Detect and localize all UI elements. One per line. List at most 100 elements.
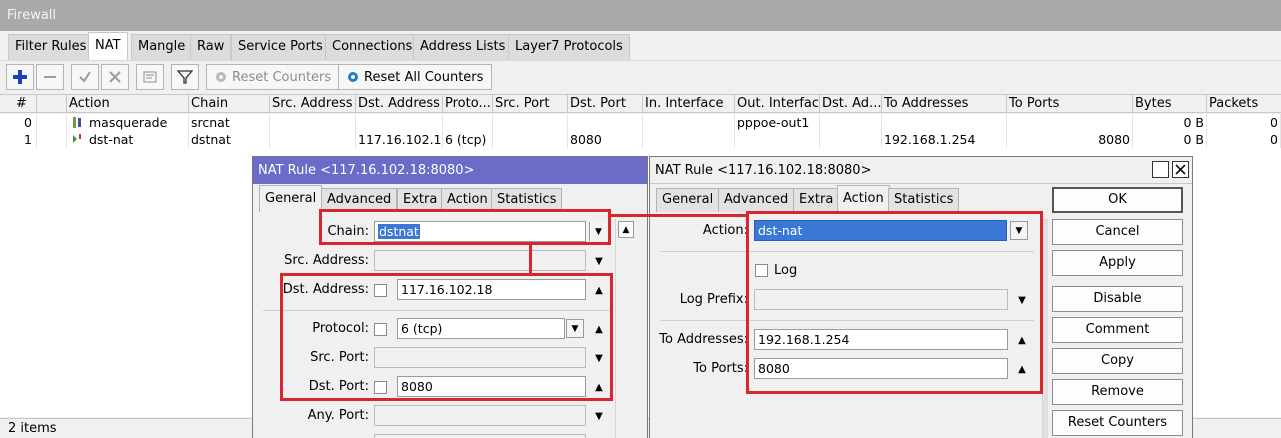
separator [660,251,1034,252]
col-in-interface[interactable]: In. Interface [643,95,735,113]
reset-all-counters-button[interactable]: Reset All Counters [338,64,493,90]
cell-action-text: dst-nat [88,132,134,147]
chain-dropdown-button[interactable]: ▼ [589,222,607,241]
maximize-icon[interactable] [1152,161,1169,178]
tab-general[interactable]: General [656,188,720,212]
col-num[interactable]: # [0,95,37,113]
collapse-up-icon[interactable]: ▲ [592,380,606,394]
to-addresses-field[interactable]: 192.168.1.254 [754,329,1008,350]
col-to-ports[interactable]: To Ports [1007,95,1133,113]
table-row[interactable]: 1 dst-nat dstnat 117.16.102.18 6 (tcp) 8… [0,131,1281,148]
col-packets[interactable]: Packets [1207,95,1281,113]
chevron-down-icon: ▼ [595,226,602,237]
src-address-field[interactable] [374,250,586,271]
next-field[interactable] [374,434,586,438]
col-flags[interactable] [37,95,67,113]
protocol-invert-checkbox[interactable] [374,323,387,336]
dst-port-invert-checkbox[interactable] [374,381,387,394]
scroll-up-icon[interactable]: ▲ [618,221,634,238]
expand-down-icon[interactable]: ▼ [1015,293,1029,307]
cancel-button[interactable]: Cancel [1052,219,1183,245]
copy-button[interactable]: Copy [1052,348,1183,374]
tab-nat[interactable]: NAT [88,32,128,60]
cell-chain: dstnat [189,131,270,148]
filter-button[interactable] [171,64,199,90]
action-dropdown-button[interactable]: ▼ [1010,221,1028,240]
any-port-label: Any. Port: [307,408,369,423]
tab-extra[interactable]: Extra [793,188,840,212]
col-protocol[interactable]: Proto... [443,95,493,113]
col-dst-address[interactable]: Dst. Address [356,95,443,113]
scrollbar[interactable]: ▲ [615,219,635,438]
to-ports-label: To Ports: [693,361,748,376]
enable-button[interactable] [71,64,99,90]
chain-field[interactable]: dstnat [374,221,586,242]
chain-value: dstnat [378,224,420,239]
cell-packets: 0 [1207,114,1281,131]
collapse-up-icon[interactable]: ▲ [592,283,606,297]
tab-advanced[interactable]: Advanced [718,188,795,212]
ok-button[interactable]: OK [1052,187,1183,213]
col-src-address[interactable]: Src. Address [270,95,356,113]
remove-button[interactable] [36,64,64,90]
add-button[interactable] [6,64,34,90]
comment-button[interactable] [136,64,164,90]
collapse-up-icon[interactable]: ▲ [1015,362,1029,376]
col-dst-port[interactable]: Dst. Port [568,95,643,113]
action-field[interactable]: dst-nat [754,220,1007,241]
log-checkbox[interactable] [755,264,768,277]
tab-advanced[interactable]: Advanced [321,188,398,212]
collapse-up-icon[interactable]: ▲ [1015,333,1029,347]
disable-button[interactable] [101,64,129,90]
tab-connections[interactable]: Connections [325,34,420,60]
dialog-title: NAT Rule <117.16.102.18:8080> [650,157,1192,184]
table-row[interactable]: 0 masquerade srcnat pppoe-out1 0 B 0 [0,114,1281,131]
col-bytes[interactable]: Bytes [1133,95,1207,113]
separator [263,310,613,311]
col-chain[interactable]: Chain [189,95,270,113]
dst-port-field[interactable]: 8080 [397,376,586,397]
apply-button[interactable]: Apply [1052,250,1183,276]
expand-down-icon[interactable]: ▼ [592,351,606,365]
collapse-up-icon[interactable]: ▲ [592,322,606,336]
dst-address-field[interactable]: 117.16.102.18 [397,279,586,300]
log-prefix-field[interactable] [754,289,1008,310]
expand-down-icon[interactable]: ▼ [592,254,606,268]
scrollbar[interactable] [1042,219,1048,438]
separator [660,320,1034,321]
masquerade-icon [73,117,81,128]
tab-filter-rules[interactable]: Filter Rules [8,34,94,60]
comment-button[interactable]: Comment [1052,317,1183,343]
protocol-field[interactable]: 6 (tcp) [397,318,565,339]
tab-general[interactable]: General [259,185,323,212]
tab-extra[interactable]: Extra [397,188,444,212]
col-src-port[interactable]: Src. Port [493,95,568,113]
tab-layer7-protocols[interactable]: Layer7 Protocols [508,34,630,60]
col-to-addresses[interactable]: To Addresses [882,95,1007,113]
to-ports-field[interactable]: 8080 [754,358,1008,379]
col-dst-ad[interactable]: Dst. Ad... [820,95,882,113]
tab-statistics[interactable]: Statistics [888,188,960,212]
tab-statistics[interactable]: Statistics [491,188,563,212]
tab-action[interactable]: Action [837,185,890,212]
expand-down-icon[interactable]: ▼ [592,409,606,423]
protocol-dropdown-button[interactable]: ▼ [566,319,584,338]
cell-action-text: masquerade [88,115,168,130]
cell-src-port [493,114,568,131]
tab-raw[interactable]: Raw [190,34,232,60]
tab-mangle[interactable]: Mangle [131,34,193,60]
plus-icon [13,70,27,84]
tab-service-ports[interactable]: Service Ports [231,34,330,60]
reset-counters-button[interactable]: Reset Counters [1052,410,1183,436]
reset-counters-button[interactable]: Reset Counters [206,64,341,90]
disable-button[interactable]: Disable [1052,286,1183,312]
tab-action[interactable]: Action [441,188,494,212]
remove-button[interactable]: Remove [1052,379,1183,405]
close-button[interactable] [1172,161,1189,178]
tab-address-lists[interactable]: Address Lists [413,34,513,60]
src-port-field[interactable] [374,347,586,368]
col-action[interactable]: Action [67,95,189,113]
dst-address-invert-checkbox[interactable] [374,284,387,297]
col-out-interface[interactable]: Out. Interface [735,95,820,113]
any-port-field[interactable] [374,405,586,426]
